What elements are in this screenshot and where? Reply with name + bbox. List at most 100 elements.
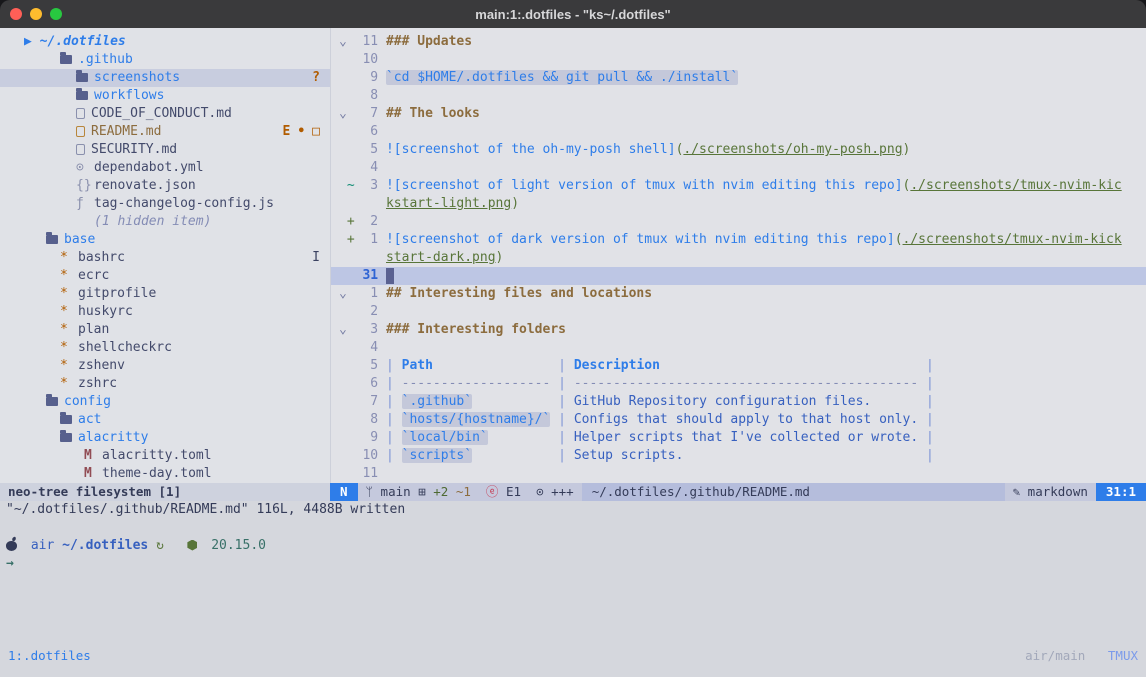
tree-item-dependabot-yml[interactable]: ⊙dependabot.yml	[0, 159, 330, 177]
editor-line[interactable]: 4	[331, 339, 1146, 357]
line-content	[386, 123, 1146, 141]
editor-lines: ⌄ 11 ### Updates 10 9 `cd $HOME/.dotfile…	[331, 33, 1146, 483]
editor-line[interactable]: ⌄ 3 ### Interesting folders	[331, 321, 1146, 339]
text-segment: |	[550, 412, 573, 427]
editor-line[interactable]: 6	[331, 123, 1146, 141]
editor-line[interactable]: 2	[331, 303, 1146, 321]
dotfile-icon: *	[60, 267, 78, 285]
tmux-window-item[interactable]: 1:.dotfiles	[8, 647, 91, 665]
git-status-section: ᛘ main ⊞ +2 ~1 ⓔ E1 ⊙ +++	[358, 483, 582, 501]
text-segment: ![screenshot of dark version of tmux wit…	[386, 232, 895, 247]
nvim-panes: ▶ ~/.dotfiles.githubscreenshots?workflow…	[0, 28, 1146, 483]
tree-item-act-folder[interactable]: act	[0, 411, 330, 429]
text-segment: README.md	[91, 123, 161, 141]
editor-line[interactable]: 11	[331, 465, 1146, 483]
editor-line[interactable]: 8 | `hosts/{hostname}/` | Configs that s…	[331, 411, 1146, 429]
git-refresh-icon: ↻	[156, 537, 164, 555]
tree-item-base-folder[interactable]: base	[0, 231, 330, 249]
text-segment: ./screenshots/tmux-nvim-kic	[910, 178, 1121, 193]
text-segment: bashrc	[78, 249, 125, 267]
gutter: 11	[331, 465, 386, 483]
editor-line[interactable]: 4	[331, 159, 1146, 177]
terminal-empty-area	[0, 573, 1146, 647]
text-segment: |	[918, 412, 934, 427]
text-segment: act	[78, 411, 101, 429]
line-content	[386, 303, 1146, 321]
tree-item-dotfiles-root[interactable]: ▶ ~/.dotfiles	[0, 33, 330, 51]
text-segment: screenshots	[94, 69, 180, 87]
tree-item-github-folder[interactable]: .github	[0, 51, 330, 69]
text-segment: |	[386, 358, 402, 373]
close-button[interactable]	[10, 8, 22, 20]
tree-item-code-of-conduct-md[interactable]: CODE_OF_CONDUCT.md	[0, 105, 330, 123]
text-segment	[472, 394, 550, 409]
text-segment: `scripts`	[402, 448, 472, 463]
text-segment: ./screenshots/oh-my-posh.png	[683, 142, 902, 157]
editor-line[interactable]: + 1 ![screenshot of dark version of tmux…	[331, 231, 1146, 249]
tree-item-screenshots-folder[interactable]: screenshots?	[0, 69, 330, 87]
tree-item-ecrc[interactable]: *ecrc	[0, 267, 330, 285]
tree-item-workflows-folder[interactable]: workflows	[0, 87, 330, 105]
text-segment: ~/.dotfiles	[40, 33, 126, 51]
tree-item-alacritty-folder[interactable]: alacritty	[0, 429, 330, 447]
editor-line[interactable]: 9 | `local/bin` | Helper scripts that I'…	[331, 429, 1146, 447]
tree-item-readme-md[interactable]: README.md E•□	[0, 123, 330, 141]
tree-item-bashrc[interactable]: *bashrcI	[0, 249, 330, 267]
folder-open-icon	[46, 397, 58, 406]
tree-item-tag-changelog-config-js[interactable]: ƒtag-changelog-config.js	[0, 195, 330, 213]
text-segment: theme-day.toml	[102, 465, 212, 483]
text-segment	[1085, 647, 1108, 665]
expander-icon: ▶	[24, 33, 40, 51]
gutter: 9	[331, 429, 386, 447]
tree-item-gitprofile[interactable]: *gitprofile	[0, 285, 330, 303]
editor-line[interactable]: 10	[331, 51, 1146, 69]
editor-line[interactable]: 7 | `.github` | GitHub Repository config…	[331, 393, 1146, 411]
text-segment: Setup scripts.	[574, 448, 684, 463]
tree-item-badges: E•□	[283, 123, 320, 141]
editor-line[interactable]: ⌄ 1 ## Interesting files and locations	[331, 285, 1146, 303]
prompt-arrow[interactable]: →	[0, 555, 1146, 573]
editor-line[interactable]: 8	[331, 87, 1146, 105]
line-content	[386, 159, 1146, 177]
tree-item-plan[interactable]: *plan	[0, 321, 330, 339]
tree-item-zshrc[interactable]: *zshrc	[0, 375, 330, 393]
editor-line[interactable]: kstart-light.png)	[331, 195, 1146, 213]
shell-prompt: air ~/.dotfiles ↻ 20.15.0	[0, 537, 1146, 555]
editor-line[interactable]: start-dark.png)	[331, 249, 1146, 267]
tree-item-theme-day-toml[interactable]: Mtheme-day.toml	[0, 465, 330, 483]
doc-icon	[76, 144, 85, 155]
gutter: 2	[331, 303, 386, 321]
hex-icon	[187, 540, 197, 551]
gutter: 10	[331, 51, 386, 69]
editor-line[interactable]: ⌄ 11 ### Updates	[331, 33, 1146, 51]
editor-line[interactable]: 5 | Path | Description |	[331, 357, 1146, 375]
tree-item-hidden-items[interactable]: (1 hidden item)	[0, 213, 330, 231]
tree-item-alacritty-toml[interactable]: Malacritty.toml	[0, 447, 330, 465]
gutter: 4	[331, 339, 386, 357]
editor-line[interactable]: 10 | `scripts` | Setup scripts. |	[331, 447, 1146, 465]
editor-line[interactable]: 5 ![screenshot of the oh-my-posh shell](…	[331, 141, 1146, 159]
text-segment: GitHub Repository configuration files.	[574, 394, 871, 409]
line-content	[386, 465, 1146, 483]
terminal-content: ▶ ~/.dotfiles.githubscreenshots?workflow…	[0, 28, 1146, 677]
titlebar: main:1:.dotfiles - "ks~/.dotfiles"	[0, 0, 1146, 28]
tree-item-shellcheckrc[interactable]: *shellcheckrc	[0, 339, 330, 357]
editor-line[interactable]: 9 `cd $HOME/.dotfiles && git pull && ./i…	[331, 69, 1146, 87]
zoom-button[interactable]	[50, 8, 62, 20]
tree-item-huskyrc[interactable]: *huskyrc	[0, 303, 330, 321]
editor-line[interactable]: + 2	[331, 213, 1146, 231]
editor-current-line[interactable]: 31	[331, 267, 1146, 285]
editor-line[interactable]: ⌄ 7 ## The looks	[331, 105, 1146, 123]
tree-item-renovate-json[interactable]: {}renovate.json	[0, 177, 330, 195]
editor-line[interactable]: ~ 3 ![screenshot of light version of tmu…	[331, 177, 1146, 195]
minimize-button[interactable]	[30, 8, 42, 20]
editor-line[interactable]: 6 | ------------------- | --------------…	[331, 375, 1146, 393]
tree-item-config-folder[interactable]: config	[0, 393, 330, 411]
neo-tree-statusline: neo-tree filesystem [1]	[0, 483, 330, 501]
line-content: kstart-light.png)	[386, 195, 1146, 213]
text-segment: alacritty	[78, 429, 148, 447]
tree-item-security-md[interactable]: SECURITY.md	[0, 141, 330, 159]
text-segment: tag-changelog-config.js	[94, 195, 274, 213]
tree-item-zshenv[interactable]: *zshenv	[0, 357, 330, 375]
diff-icon: ⊞	[418, 483, 433, 501]
